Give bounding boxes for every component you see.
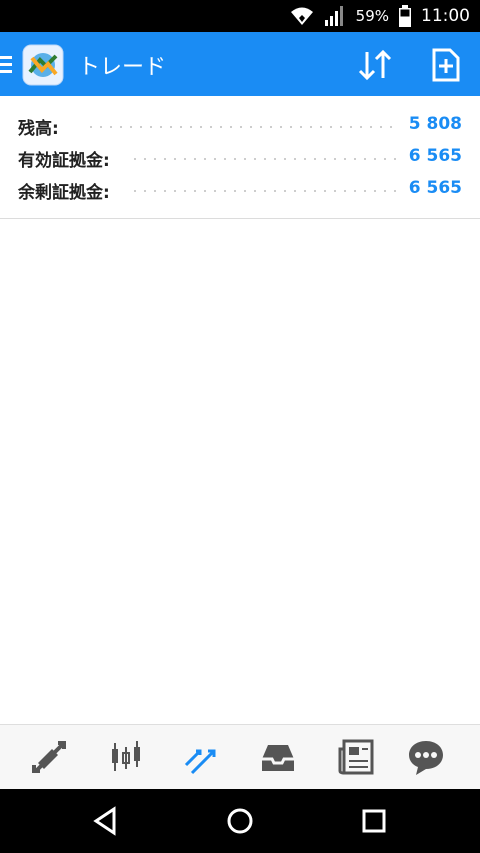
equity-row: 有効証拠金: 6 565 xyxy=(0,142,480,172)
metatrader-logo[interactable] xyxy=(22,44,64,86)
dotted-leader xyxy=(130,158,400,160)
battery-percent: 59% xyxy=(355,7,389,25)
free-margin-value: 6 565 xyxy=(408,178,462,198)
system-navigation-bar xyxy=(0,789,480,853)
menu-icon[interactable] xyxy=(0,52,12,76)
back-icon[interactable] xyxy=(90,805,122,837)
status-bar: 59% 11:00 xyxy=(0,0,480,32)
history-icon[interactable] xyxy=(258,737,298,777)
page-title: トレード xyxy=(78,55,167,80)
equity-value: 6 565 xyxy=(408,146,462,166)
dotted-leader xyxy=(86,126,400,128)
free-margin-row: 余剰証拠金: 6 565 xyxy=(0,174,480,204)
home-icon[interactable] xyxy=(224,805,256,837)
recents-icon[interactable] xyxy=(358,805,390,837)
wifi-icon xyxy=(290,7,313,25)
chat-icon[interactable] xyxy=(406,737,446,777)
news-icon[interactable] xyxy=(336,737,376,777)
battery-icon xyxy=(399,5,411,27)
sort-icon[interactable] xyxy=(356,46,394,84)
signal-icon xyxy=(324,6,343,26)
dotted-leader xyxy=(130,190,400,192)
trade-icon[interactable] xyxy=(182,737,222,777)
quotes-icon[interactable] xyxy=(30,737,70,777)
balance-label: 残高: xyxy=(18,119,59,139)
app-bar: トレード xyxy=(0,32,480,96)
free-margin-label: 余剰証拠金: xyxy=(18,183,110,203)
balance-row: 残高: 5 808 xyxy=(0,110,480,140)
balance-value: 5 808 xyxy=(408,114,462,134)
bottom-navigation xyxy=(0,724,480,789)
status-bar-right: 59% 11:00 xyxy=(290,0,470,32)
chart-icon[interactable] xyxy=(106,737,146,777)
clock: 11:00 xyxy=(421,6,470,26)
account-summary: 残高: 5 808 有効証拠金: 6 565 余剰証拠金: 6 565 xyxy=(0,96,480,219)
equity-label: 有効証拠金: xyxy=(18,151,110,171)
new-order-icon[interactable] xyxy=(426,46,464,84)
